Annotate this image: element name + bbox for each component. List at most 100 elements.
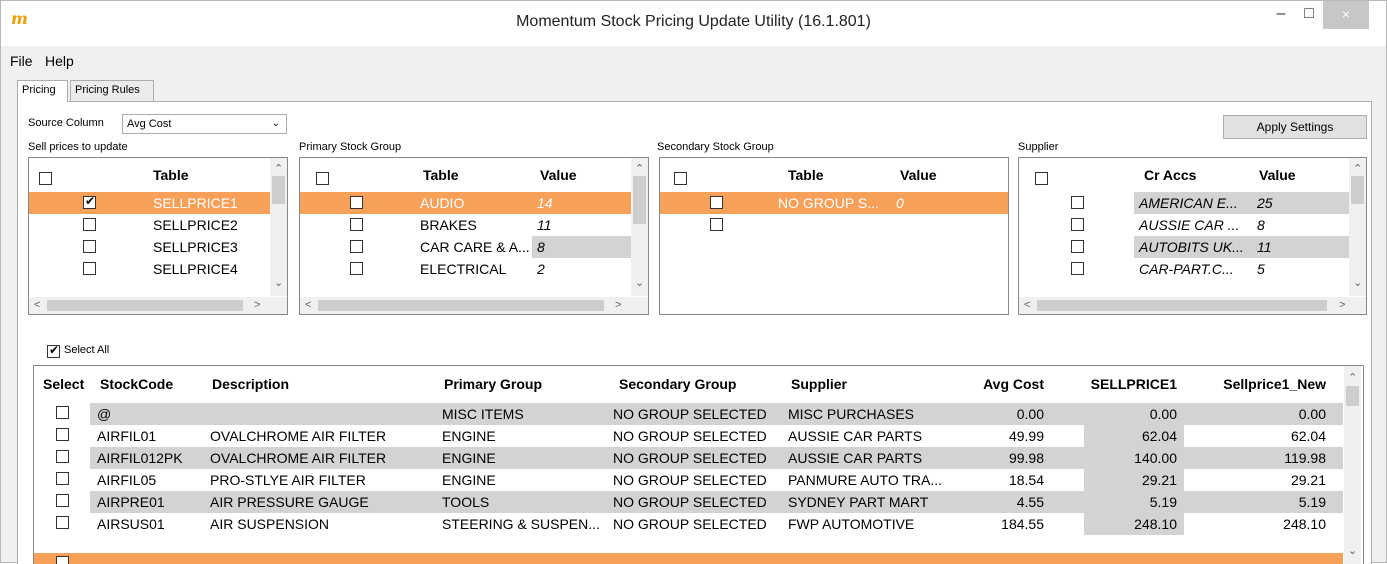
column-header-secondary-group[interactable]: Secondary Group: [619, 376, 736, 392]
scroll-right-icon[interactable]: >: [615, 300, 621, 311]
scroll-down-icon[interactable]: ⌄: [635, 278, 644, 289]
scroll-down-icon[interactable]: ⌄: [1353, 278, 1362, 289]
column-header-sellprice1-new[interactable]: Sellprice1_New: [1194, 376, 1326, 392]
table-row-selected[interactable]: [34, 553, 1343, 564]
supplier-row[interactable]: CAR-PART.C... 5: [1019, 258, 1349, 280]
scroll-down-icon[interactable]: ⌄: [274, 278, 283, 289]
horizontal-scrollbar[interactable]: < >: [29, 297, 287, 314]
cell-secondary-group: NO GROUP SELECTED: [613, 494, 767, 510]
sell-row[interactable]: SELLPRICE4: [29, 258, 270, 280]
column-header-supplier[interactable]: Supplier: [791, 376, 847, 392]
scroll-right-icon[interactable]: >: [1339, 300, 1345, 311]
scroll-left-icon[interactable]: <: [1024, 300, 1030, 311]
source-column-select[interactable]: Avg Cost ⌄: [122, 114, 287, 134]
cell-sellprice1-new: 62.04: [1290, 428, 1326, 444]
row-select-checkbox[interactable]: [56, 516, 69, 529]
secondary-row-checkbox[interactable]: [710, 218, 723, 231]
sell-row-checkbox[interactable]: [83, 218, 96, 231]
scroll-thumb[interactable]: [318, 300, 604, 311]
sell-row[interactable]: SELLPRICE3: [29, 236, 270, 258]
select-all-checkbox[interactable]: [47, 343, 60, 358]
vertical-scrollbar[interactable]: ⌃ ⌄: [631, 158, 648, 296]
primary-row[interactable]: BRAKES 11: [300, 214, 631, 236]
menu-file[interactable]: File: [10, 53, 33, 69]
primary-row[interactable]: ELECTRICAL 2: [300, 258, 631, 280]
secondary-row[interactable]: NO GROUP S... 0: [660, 192, 1008, 214]
table-row[interactable]: AIRFIL05 PRO-STLYE AIR FILTER ENGINE NO …: [34, 469, 1343, 491]
scroll-thumb[interactable]: [272, 176, 285, 204]
column-header-stockcode[interactable]: StockCode: [100, 376, 173, 392]
horizontal-scrollbar[interactable]: < >: [1019, 297, 1366, 314]
column-header-value: Value: [1259, 167, 1296, 183]
supplier-row[interactable]: AUSSIE CAR ... 8: [1019, 214, 1349, 236]
scroll-thumb[interactable]: [1351, 176, 1364, 204]
sell-row-checkbox[interactable]: [83, 262, 96, 275]
primary-select-all-checkbox[interactable]: [316, 172, 329, 185]
horizontal-scrollbar[interactable]: < >: [300, 297, 648, 314]
menu-help[interactable]: Help: [45, 53, 74, 69]
scroll-up-icon[interactable]: ⌃: [1348, 373, 1357, 384]
supplier-row-checkbox[interactable]: [1071, 240, 1084, 253]
apply-settings-button[interactable]: Apply Settings: [1223, 115, 1367, 139]
cell-sellprice1-new: 0.00: [1298, 406, 1326, 422]
tab-pricing-rules[interactable]: Pricing Rules: [70, 80, 154, 101]
scroll-thumb[interactable]: [1346, 386, 1359, 406]
supplier-row-checkbox[interactable]: [1071, 262, 1084, 275]
scroll-up-icon[interactable]: ⌃: [1353, 164, 1362, 175]
column-header-description[interactable]: Description: [212, 376, 289, 392]
primary-row-checkbox[interactable]: [350, 196, 363, 209]
primary-row-checkbox[interactable]: [350, 218, 363, 231]
row-select-checkbox[interactable]: [56, 428, 69, 441]
cell-secondary-group: NO GROUP SELECTED: [613, 450, 767, 466]
scroll-down-icon[interactable]: ⌄: [1348, 546, 1357, 557]
supplier-row[interactable]: AMERICAN E... 25: [1019, 192, 1349, 214]
scroll-thumb[interactable]: [1037, 300, 1327, 311]
sell-row[interactable]: SELLPRICE1: [29, 192, 270, 214]
scroll-left-icon[interactable]: <: [34, 300, 40, 311]
vertical-scrollbar[interactable]: ⌃ ⌄: [1344, 366, 1361, 564]
title-bar[interactable]: m Momentum Stock Pricing Update Utility …: [1, 1, 1386, 46]
cell-stockcode: AIRSUS01: [97, 516, 165, 532]
cell-secondary-group: NO GROUP SELECTED: [613, 406, 767, 422]
table-row[interactable]: @ MISC ITEMS NO GROUP SELECTED MISC PURC…: [34, 403, 1343, 425]
tab-pricing[interactable]: Pricing: [17, 80, 68, 102]
row-select-checkbox[interactable]: [56, 494, 69, 507]
sell-row-checkbox[interactable]: [83, 194, 96, 209]
secondary-new-row[interactable]: [660, 214, 1008, 236]
sell-row[interactable]: SELLPRICE2: [29, 214, 270, 236]
vertical-scrollbar[interactable]: ⌃ ⌄: [270, 158, 287, 296]
primary-row[interactable]: CAR CARE & A... 8: [300, 236, 631, 258]
column-header-primary-group[interactable]: Primary Group: [444, 376, 542, 392]
sell-row-checkbox[interactable]: [83, 240, 96, 253]
table-row[interactable]: AIRFIL01 OVALCHROME AIR FILTER ENGINE NO…: [34, 425, 1343, 447]
scroll-thumb[interactable]: [47, 300, 243, 311]
column-header-select[interactable]: Select: [43, 376, 84, 392]
supplier-row[interactable]: AUTOBITS UK... 11: [1019, 236, 1349, 258]
scroll-up-icon[interactable]: ⌃: [635, 164, 644, 175]
table-row[interactable]: AIRFIL012PK OVALCHROME AIR FILTER ENGINE…: [34, 447, 1343, 469]
column-header-avg-cost[interactable]: Avg Cost: [964, 376, 1044, 392]
scroll-left-icon[interactable]: <: [305, 300, 311, 311]
vertical-scrollbar[interactable]: ⌃ ⌄: [1349, 158, 1366, 296]
table-row[interactable]: AIRPRE01 AIR PRESSURE GAUGE TOOLS NO GRO…: [34, 491, 1343, 513]
scroll-right-icon[interactable]: >: [254, 300, 260, 311]
close-button[interactable]: ×: [1323, 1, 1369, 29]
scroll-thumb[interactable]: [633, 176, 646, 224]
secondary-select-all-checkbox[interactable]: [674, 172, 687, 185]
maximize-button[interactable]: □: [1295, 1, 1323, 29]
supplier-select-all-checkbox[interactable]: [1035, 172, 1048, 185]
row-select-checkbox[interactable]: [56, 450, 69, 463]
primary-row-checkbox[interactable]: [350, 240, 363, 253]
row-select-checkbox[interactable]: [56, 472, 69, 485]
sell-select-all-checkbox[interactable]: [39, 172, 52, 185]
table-row[interactable]: AIRSUS01 AIR SUSPENSION STEERING & SUSPE…: [34, 513, 1343, 535]
row-select-checkbox[interactable]: [56, 406, 69, 419]
minimize-button[interactable]: –: [1267, 1, 1295, 29]
primary-row[interactable]: AUDIO 14: [300, 192, 631, 214]
scroll-up-icon[interactable]: ⌃: [274, 164, 283, 175]
secondary-row-checkbox[interactable]: [710, 196, 723, 209]
supplier-row-checkbox[interactable]: [1071, 218, 1084, 231]
supplier-row-checkbox[interactable]: [1071, 196, 1084, 209]
column-header-sellprice1[interactable]: SELLPRICE1: [1074, 376, 1177, 392]
primary-row-checkbox[interactable]: [350, 262, 363, 275]
